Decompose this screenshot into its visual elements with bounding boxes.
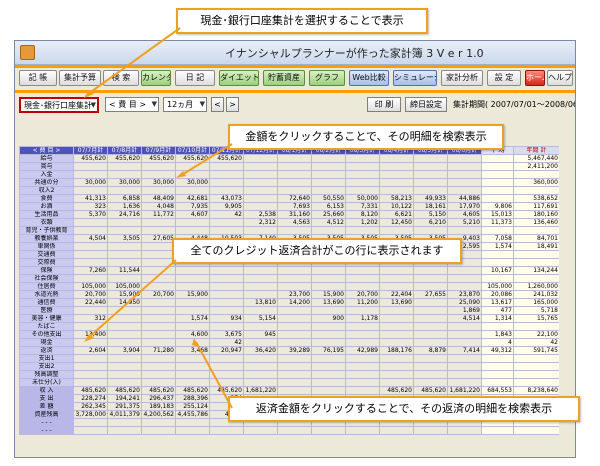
arrow-head-4 <box>192 338 199 347</box>
arrow-head-2 <box>176 171 186 178</box>
arrow-to-repay-row <box>87 259 177 339</box>
arrow-to-amount <box>179 143 233 177</box>
arrow-to-repay-amount <box>195 341 233 409</box>
arrow-to-account-select <box>87 27 181 95</box>
callout-arrows <box>84 27 233 409</box>
screenshot-stage: イナンシャルプランナーが作った家計簿 3 V e r 1.0 記 帳 集計予算 … <box>0 0 600 466</box>
